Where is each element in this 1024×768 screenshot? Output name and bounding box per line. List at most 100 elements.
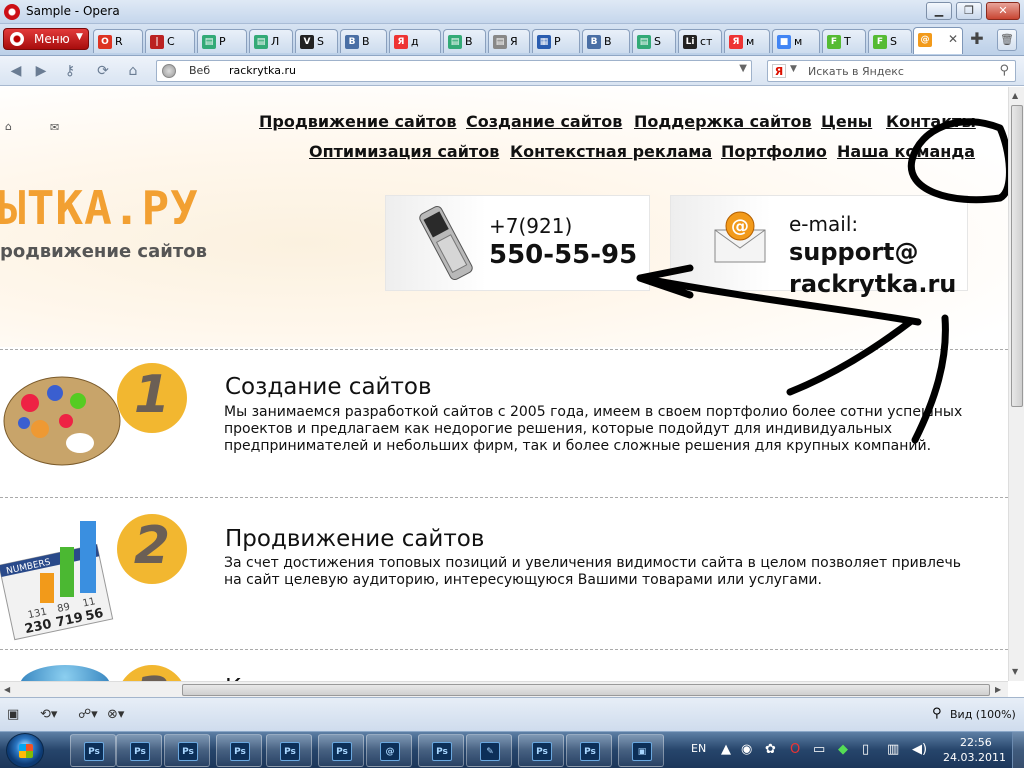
- scroll-thumb[interactable]: [1011, 105, 1023, 407]
- network-icon[interactable]: ▥: [887, 742, 899, 757]
- volume-icon[interactable]: ◀): [912, 742, 927, 757]
- language-indicator[interactable]: EN: [691, 742, 706, 755]
- nav-context-ads[interactable]: Контекстная реклама: [510, 142, 712, 161]
- nav-contacts[interactable]: Контакты: [886, 112, 976, 131]
- nav-portfolio[interactable]: Портфолио: [721, 142, 827, 161]
- sync-icon[interactable]: ⊗▾: [107, 707, 124, 722]
- tab[interactable]: FS: [868, 29, 912, 53]
- taskbar-app-button[interactable]: ✎: [466, 734, 512, 767]
- title-bar[interactable]: Sample - Opera ▁ ❐ ✕: [0, 0, 1024, 24]
- reload-icon[interactable]: ⟳: [93, 61, 113, 81]
- turbo-icon[interactable]: ⟲▾: [40, 707, 57, 722]
- trash-icon[interactable]: 🗑: [997, 29, 1017, 51]
- tab[interactable]: VS: [295, 29, 338, 53]
- taskbar-app-button[interactable]: ▣: [618, 734, 664, 767]
- scroll-right-icon[interactable]: ▶: [995, 685, 1001, 694]
- scroll-thumb[interactable]: [182, 684, 990, 696]
- service-title[interactable]: Создание сайтов: [225, 374, 432, 400]
- start-button[interactable]: [6, 733, 44, 768]
- taskbar-app-button[interactable]: Ps: [518, 734, 564, 767]
- scroll-left-icon[interactable]: ◀: [4, 685, 10, 694]
- home-icon[interactable]: ⌂: [123, 61, 143, 81]
- tab[interactable]: ■ м: [772, 29, 820, 53]
- scroll-down-icon[interactable]: ▼: [1012, 667, 1018, 676]
- tab[interactable]: ▤ P: [197, 29, 247, 53]
- vertical-scrollbar[interactable]: ▲ ▼: [1008, 87, 1024, 681]
- opera-menu-button[interactable]: Меню ▼: [3, 28, 89, 50]
- taskbar-app-button[interactable]: Ps: [566, 734, 612, 767]
- chevron-up-icon[interactable]: ▲: [721, 742, 731, 757]
- taskbar-app-button[interactable]: Ps: [418, 734, 464, 767]
- site-logo[interactable]: ЫТКА.РУ: [0, 183, 199, 233]
- device-icon[interactable]: ▯: [862, 742, 869, 757]
- unite-icon[interactable]: ☍▾: [78, 707, 98, 722]
- tab[interactable]: ▤ Я: [488, 29, 530, 53]
- horizontal-scrollbar[interactable]: ◀ ▶: [0, 681, 1008, 697]
- nav-support[interactable]: Поддержка сайтов: [634, 112, 812, 131]
- security-icon[interactable]: ◆: [838, 742, 848, 757]
- tab-label: м: [794, 35, 803, 48]
- phone-number[interactable]: 550-55-95: [489, 240, 637, 270]
- tab[interactable]: | C: [145, 29, 195, 53]
- search-field[interactable]: Я ▼ Искать в Яндекс ⚲: [767, 60, 1016, 82]
- display-icon[interactable]: ▭: [813, 742, 825, 757]
- back-arrow-icon[interactable]: ◀: [6, 61, 26, 81]
- clock-time[interactable]: 22:56: [960, 736, 992, 749]
- taskbar-app-button[interactable]: Ps: [116, 734, 162, 767]
- chevron-down-icon[interactable]: ▼: [790, 64, 797, 74]
- clock-date[interactable]: 24.03.2011: [943, 751, 1006, 764]
- app-icon: @: [380, 742, 400, 761]
- globe-icon: [20, 665, 110, 681]
- nav-team[interactable]: Наша команда: [837, 142, 975, 161]
- tab[interactable]: ▤ Л: [249, 29, 293, 53]
- taskbar-app-button[interactable]: Ps: [70, 734, 116, 767]
- nav-creation[interactable]: Создание сайтов: [466, 112, 622, 131]
- home-icon[interactable]: ⌂: [5, 120, 12, 133]
- service-title[interactable]: Продвижение сайтов: [225, 526, 484, 552]
- app-icon: Ps: [178, 742, 198, 761]
- zoom-level[interactable]: Вид (100%): [950, 708, 1016, 721]
- tab[interactable]: ▤ S: [632, 29, 676, 53]
- close-button[interactable]: ✕: [986, 2, 1020, 20]
- email-address-line1[interactable]: support@: [789, 238, 919, 266]
- new-tab-button[interactable]: ✚: [968, 30, 986, 48]
- tab[interactable]: ▤ В: [443, 29, 486, 53]
- nav-prices[interactable]: Цены: [821, 112, 872, 131]
- minimize-button[interactable]: ▁: [926, 2, 952, 20]
- tab[interactable]: Яд: [389, 29, 441, 53]
- tab[interactable]: Li ст: [678, 29, 722, 53]
- nav-optimization[interactable]: Оптимизация сайтов: [309, 142, 499, 161]
- mail-icon[interactable]: ✉: [50, 121, 59, 134]
- address-field[interactable]: Веб rackrytka.ru ▼: [156, 60, 752, 82]
- chevron-down-icon[interactable]: ▼: [739, 63, 747, 74]
- tab[interactable]: FT: [822, 29, 866, 53]
- nav-seo[interactable]: Продвижение сайтов: [259, 112, 456, 131]
- tab[interactable]: OR: [93, 29, 143, 53]
- tab-active[interactable]: @ ✕: [913, 27, 963, 54]
- taskbar-app-button[interactable]: @: [366, 734, 412, 767]
- taskbar-app-button[interactable]: Ps: [266, 734, 312, 767]
- opera-tray-icon[interactable]: O: [790, 742, 800, 757]
- tray-app-icon[interactable]: ✿: [765, 742, 776, 757]
- wand-key-icon[interactable]: ⚷: [60, 61, 80, 81]
- tab[interactable]: ▦ P: [532, 29, 580, 53]
- taskbar-app-button[interactable]: Ps: [216, 734, 262, 767]
- scroll-up-icon[interactable]: ▲: [1012, 91, 1018, 100]
- email-address-line2[interactable]: rackrytka.ru: [789, 270, 956, 298]
- search-icon[interactable]: ⚲: [999, 63, 1009, 78]
- tray-app-icon[interactable]: ◉: [741, 742, 752, 757]
- taskbar-app-button[interactable]: Ps: [318, 734, 364, 767]
- show-desktop-button[interactable]: [1012, 732, 1024, 768]
- forward-arrow-icon[interactable]: ▶: [31, 61, 51, 81]
- panel-toggle-icon[interactable]: ▣: [7, 707, 19, 722]
- yandex-icon[interactable]: Я: [772, 64, 786, 78]
- tab-label: ст: [700, 35, 713, 48]
- zoom-icon[interactable]: ⚲: [932, 706, 942, 721]
- tab[interactable]: BВ: [340, 29, 387, 53]
- tab[interactable]: BВ: [582, 29, 630, 53]
- tab[interactable]: Ям: [724, 29, 770, 53]
- taskbar-app-button[interactable]: Ps: [164, 734, 210, 767]
- tab-label: T: [844, 35, 851, 48]
- maximize-button[interactable]: ❐: [956, 2, 982, 20]
- close-icon[interactable]: ✕: [948, 32, 958, 46]
